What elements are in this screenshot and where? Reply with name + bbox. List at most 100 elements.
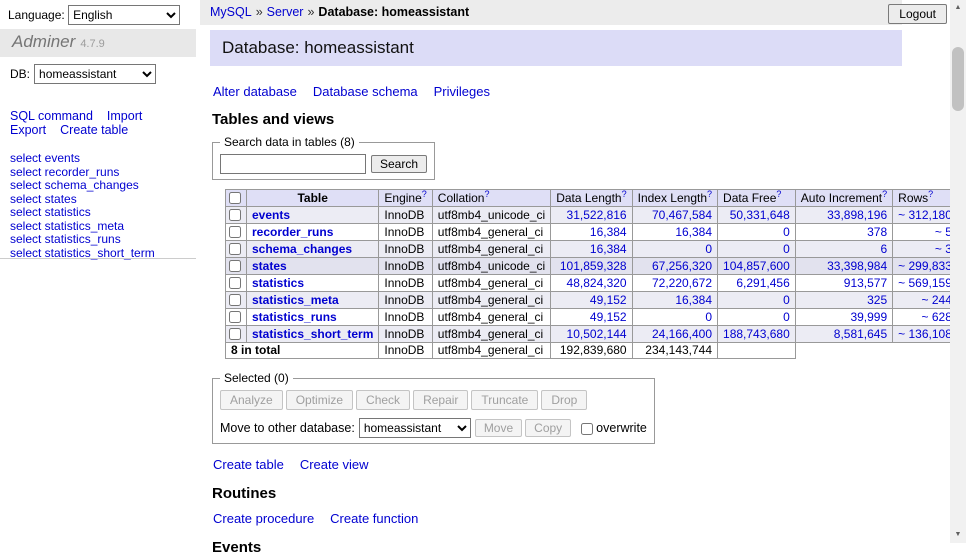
rows-count-link[interactable]: ~ 299,833 [898,259,952,273]
scrollbar-thumb[interactable] [952,47,964,111]
optimize-button: Optimize [286,390,353,410]
row-checkbox[interactable] [229,277,241,289]
data-length-link[interactable]: 16,384 [590,225,627,239]
help-icon[interactable]: ? [776,189,781,199]
data-length-link[interactable]: 49,152 [590,310,627,324]
overwrite-checkbox[interactable] [581,423,593,435]
data-length-link[interactable]: 101,859,328 [560,259,627,273]
row-checkbox[interactable] [229,260,241,272]
search-input[interactable] [220,154,366,174]
link-create-procedure[interactable]: Create procedure [213,511,314,526]
data-free-link[interactable]: 50,331,648 [730,208,790,222]
link-alter-database[interactable]: Alter database [213,84,297,99]
auto-increment-link[interactable]: 8,581,645 [834,327,887,341]
sidebar-link-export[interactable]: Export [10,123,46,137]
auto-increment-link[interactable]: 33,898,196 [827,208,887,222]
data-free-link[interactable]: 0 [783,242,790,256]
table-name-link[interactable]: statistics_short_term [252,327,373,341]
table-name-link[interactable]: statistics_meta [252,293,339,307]
data-free-link[interactable]: 104,857,600 [723,259,790,273]
logout-button[interactable]: Logout [888,4,947,24]
breadcrumb-link-mysql[interactable]: MySQL [210,5,252,19]
collation-cell: utf8mb4_general_ci [432,309,550,326]
engine-cell: InnoDB [379,292,432,309]
help-icon[interactable]: ? [422,189,427,199]
sidebar-table-link[interactable]: select states [10,193,155,206]
language-select[interactable]: English [68,5,180,25]
sidebar-link-create-table[interactable]: Create table [60,123,128,137]
data-free-link[interactable]: 0 [783,293,790,307]
table-name-link[interactable]: statistics [252,276,304,290]
auto-increment-link[interactable]: 378 [867,225,887,239]
sidebar-link-import[interactable]: Import [107,109,142,123]
help-icon[interactable]: ? [484,189,489,199]
link-create-function[interactable]: Create function [330,511,418,526]
data-length-link[interactable]: 31,522,816 [567,208,627,222]
link-privileges[interactable]: Privileges [434,84,490,99]
data-free-link[interactable]: 6,291,456 [736,276,789,290]
search-button[interactable]: Search [371,155,427,173]
row-checkbox[interactable] [229,209,241,221]
table-name-link[interactable]: states [252,259,287,273]
data-free-link[interactable]: 188,743,680 [723,327,790,341]
rows-count-link[interactable]: ~ 136,108 [898,327,952,341]
link-database-schema[interactable]: Database schema [313,84,418,99]
breadcrumb: MySQL»Server»Database: homeassistant [200,0,902,25]
help-icon[interactable]: ? [928,189,933,199]
row-checkbox[interactable] [229,328,241,340]
help-icon[interactable]: ? [707,189,712,199]
index-length-link[interactable]: 0 [705,310,712,324]
sidebar-table-link[interactable]: select events [10,152,155,165]
sidebar-table-link[interactable]: select schema_changes [10,179,155,192]
auto-increment-link[interactable]: 325 [867,293,887,307]
rows-count-link[interactable]: ~ 244 [922,293,952,307]
table-name-link[interactable]: schema_changes [252,242,352,256]
table-name-link[interactable]: statistics_runs [252,310,337,324]
data-length-link[interactable]: 16,384 [590,242,627,256]
row-checkbox[interactable] [229,294,241,306]
auto-increment-link[interactable]: 6 [880,242,887,256]
move-db-select[interactable]: homeassistant [359,418,471,438]
index-length-link[interactable]: 16,384 [675,293,712,307]
index-length-link[interactable]: 16,384 [675,225,712,239]
index-length-link[interactable]: 0 [705,242,712,256]
table-name-link[interactable]: recorder_runs [252,225,333,239]
rows-count-link[interactable]: ~ 628 [922,310,952,324]
adminer-logo[interactable]: Adminer [12,32,75,51]
scroll-up-icon[interactable]: ▲ [950,0,966,16]
data-free-link[interactable]: 0 [783,310,790,324]
auto-increment-link[interactable]: 913,577 [844,276,887,290]
collation-cell: utf8mb4_general_ci [432,241,550,258]
data-length-link[interactable]: 10,502,144 [567,327,627,341]
sidebar-link-sql-command[interactable]: SQL command [10,109,93,123]
scrollbar[interactable]: ▲ ▼ [950,0,966,543]
data-length-link[interactable]: 48,824,320 [567,276,627,290]
sidebar-table-link[interactable]: select statistics_meta [10,220,155,233]
row-checkbox[interactable] [229,226,241,238]
data-length-link[interactable]: 49,152 [590,293,627,307]
help-icon[interactable]: ? [882,189,887,199]
sidebar-table-link[interactable]: select recorder_runs [10,166,155,179]
index-length-link[interactable]: 24,166,400 [652,327,712,341]
auto-increment-link[interactable]: 39,999 [850,310,887,324]
sidebar-table-link[interactable]: select statistics_runs [10,233,155,246]
scroll-down-icon[interactable]: ▼ [950,527,966,543]
breadcrumb-link-server[interactable]: Server [267,5,304,19]
index-length-link[interactable]: 67,256,320 [652,259,712,273]
rows-count-link[interactable]: ~ 569,159 [898,276,952,290]
rows-count-link[interactable]: ~ 312,180 [898,208,952,222]
link-create-view[interactable]: Create view [300,457,369,472]
help-icon[interactable]: ? [622,189,627,199]
row-checkbox[interactable] [229,311,241,323]
table-name-link[interactable]: events [252,208,290,222]
row-checkbox[interactable] [229,243,241,255]
link-create-table[interactable]: Create table [213,457,284,472]
sidebar-table-link[interactable]: select statistics [10,206,155,219]
db-select[interactable]: homeassistant [34,64,156,84]
select-all-checkbox[interactable] [229,192,241,204]
index-length-link[interactable]: 72,220,672 [652,276,712,290]
auto-increment-link[interactable]: 33,398,984 [827,259,887,273]
data-free-link[interactable]: 0 [783,225,790,239]
index-length-link[interactable]: 70,467,584 [652,208,712,222]
breadcrumb-current: Database: homeassistant [318,5,469,19]
